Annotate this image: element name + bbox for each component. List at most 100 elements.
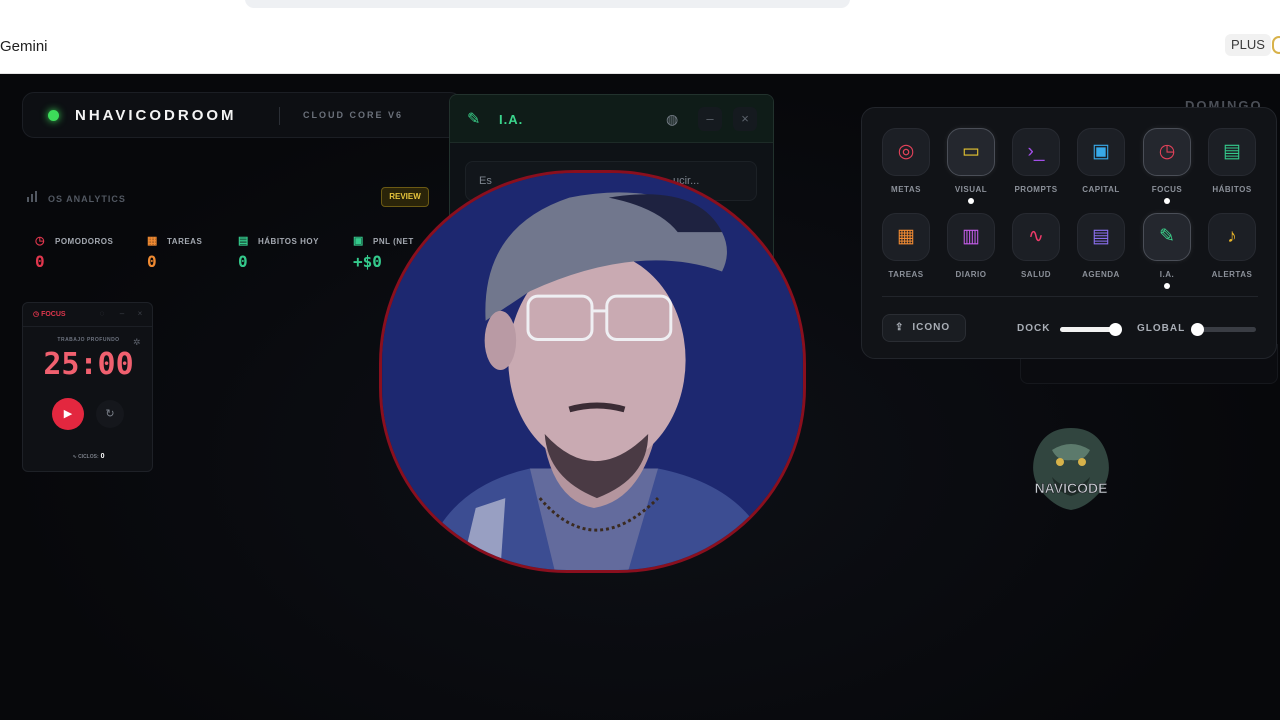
- focus-widget: ◷ FOCUS ◌ – × TRABAJO PROFUNDO ✲ 25:00 ▶…: [22, 302, 153, 472]
- calendar-icon: ▤: [238, 235, 249, 247]
- plan-badge[interactable]: PLUS: [1225, 34, 1271, 56]
- dock-item-label: CAPITAL: [1082, 185, 1120, 194]
- palette-icon[interactable]: ◌: [97, 309, 107, 319]
- grid-icon: ▦: [147, 235, 158, 247]
- stat-habitos: ▤ HÁBITOS HOY 0: [238, 234, 319, 271]
- grid-icon: ▦: [882, 213, 930, 261]
- focus-cycles: ∿ CICLOS: 0: [72, 453, 105, 460]
- dock-item-alertas[interactable]: ♪ ALERTAS: [1208, 213, 1256, 279]
- dock-item-label: VISUAL: [954, 185, 988, 194]
- play-button[interactable]: ▶: [52, 398, 84, 430]
- presentation-icon: ▭: [947, 128, 995, 176]
- browser-top-bar: Gemini PLUS: [0, 0, 1280, 74]
- wallet-icon: ▣: [353, 235, 364, 247]
- bar-chart-icon: [27, 191, 40, 204]
- close-icon[interactable]: ×: [135, 309, 145, 319]
- dock-item-tareas[interactable]: ▦ TAREAS: [882, 213, 930, 279]
- calendar-icon: ▤: [1208, 128, 1256, 176]
- dock-size-slider[interactable]: [1060, 323, 1122, 336]
- dock-item-visual[interactable]: ▭ VISUAL: [947, 128, 995, 204]
- stat-label: PNL (NET: [373, 237, 414, 246]
- dock-item-diario[interactable]: ▥ DIARIO: [947, 213, 995, 279]
- dock-item-label: DIARIO: [955, 270, 987, 279]
- bell-icon: ♪: [1208, 213, 1256, 261]
- brand-header: NHAVICODROOM CLOUD CORE V6: [22, 92, 462, 138]
- close-button[interactable]: ×: [733, 107, 757, 131]
- ia-title: I.A.: [499, 112, 524, 127]
- slider-handle[interactable]: [1108, 323, 1122, 336]
- brand-name: NHAVICODROOM: [75, 107, 237, 124]
- stat-label: POMODOROS: [55, 237, 114, 246]
- book-icon: ▥: [947, 213, 995, 261]
- slider-fill: [1060, 327, 1115, 332]
- focus-title: ◷ FOCUS: [33, 311, 66, 318]
- dock-item-label: ALERTAS: [1211, 270, 1253, 279]
- active-dot: [968, 198, 974, 204]
- reset-button[interactable]: ↻: [96, 400, 124, 428]
- dock-item-label: I.A.: [1159, 270, 1175, 279]
- stat-label: HÁBITOS HOY: [258, 237, 319, 246]
- divider: [882, 296, 1258, 297]
- dock-item-focus[interactable]: ◷ FOCUS: [1143, 128, 1191, 204]
- focus-timer: 25:00: [43, 347, 134, 382]
- clock-icon: ◷: [1143, 128, 1191, 176]
- stat-value: 0: [238, 252, 248, 271]
- global-slider-label: GLOBAL: [1137, 323, 1186, 334]
- upload-icon: ⇪: [895, 322, 905, 333]
- stat-label: TAREAS: [167, 237, 203, 246]
- app-dock: ◎ METAS ▭ VISUAL ›_ PROMPTS ▣ CAPITAL ◷ …: [861, 107, 1277, 359]
- dock-item-ia[interactable]: ✎ I.A.: [1143, 213, 1191, 289]
- target-icon: ◎: [882, 128, 930, 176]
- analytics-label-text: OS ANALYTICS: [48, 194, 126, 204]
- review-button[interactable]: REVIEW: [381, 187, 429, 207]
- stat-value: 0: [147, 252, 157, 271]
- dock-item-label: SALUD: [1020, 270, 1052, 279]
- active-dot: [1164, 198, 1170, 204]
- logo-text: NAVICODE: [1035, 480, 1108, 496]
- dock-item-label: AGENDA: [1082, 270, 1120, 279]
- dock-item-label: HÁBITOS: [1212, 185, 1252, 194]
- upload-icon-button[interactable]: ⇪ ICONO: [882, 314, 966, 342]
- navicode-logo: NAVICODE: [1022, 422, 1120, 514]
- terminal-icon: ›_: [1012, 128, 1060, 176]
- webcam-person: [382, 173, 803, 570]
- dock-slider-label: DOCK: [1017, 323, 1051, 334]
- focus-widget-header[interactable]: ◷ FOCUS ◌ – ×: [23, 303, 152, 327]
- pen-icon: ✎: [1143, 213, 1191, 261]
- analytics-label: OS ANALYTICS: [27, 191, 126, 204]
- global-size-slider[interactable]: [1191, 323, 1256, 336]
- calendar-icon: ▤: [1077, 213, 1125, 261]
- dock-item-salud[interactable]: ∿ SALUD: [1012, 213, 1060, 279]
- dock-item-capital[interactable]: ▣ CAPITAL: [1077, 128, 1125, 194]
- stat-tareas: ▦ TAREAS 0: [147, 234, 202, 271]
- wallet-icon: ▣: [1077, 128, 1125, 176]
- webcam-overlay[interactable]: [379, 170, 806, 573]
- ia-panel-header[interactable]: ✎ I.A. ◍ – ×: [450, 95, 773, 143]
- browser-title: Gemini: [0, 38, 48, 55]
- address-bar[interactable]: [245, 0, 850, 8]
- slider-handle[interactable]: [1191, 323, 1205, 336]
- palette-icon[interactable]: ◍: [666, 111, 678, 128]
- stat-pomodoros: ◷ POMODOROS 0: [35, 234, 113, 271]
- dock-item-label: METAS: [891, 185, 921, 194]
- pen-icon: ✎: [467, 111, 481, 128]
- status-dot: [48, 110, 59, 121]
- ia-placeholder-start: Es: [479, 175, 492, 187]
- dock-item-agenda[interactable]: ▤ AGENDA: [1077, 213, 1125, 279]
- icono-label: ICONO: [912, 322, 951, 333]
- account-avatar[interactable]: [1272, 36, 1280, 54]
- brand-subtitle: CLOUD CORE V6: [303, 110, 404, 120]
- dock-item-prompts[interactable]: ›_ PROMPTS: [1012, 128, 1060, 194]
- dock-item-label: FOCUS: [1151, 185, 1183, 194]
- app-canvas: NHAVICODROOM CLOUD CORE V6 OS ANALYTICS …: [0, 74, 1280, 720]
- clock-icon: ◷: [35, 235, 46, 247]
- divider: [279, 107, 280, 125]
- dock-item-label: PROMPTS: [1014, 185, 1058, 194]
- stat-value: 0: [35, 252, 45, 271]
- dock-item-metas[interactable]: ◎ METAS: [882, 128, 930, 194]
- pulse-icon: ∿: [1012, 213, 1060, 261]
- minimize-button[interactable]: –: [698, 107, 722, 131]
- dock-item-label: TAREAS: [888, 270, 924, 279]
- dock-item-habitos[interactable]: ▤ HÁBITOS: [1208, 128, 1256, 194]
- minimize-icon[interactable]: –: [117, 309, 127, 319]
